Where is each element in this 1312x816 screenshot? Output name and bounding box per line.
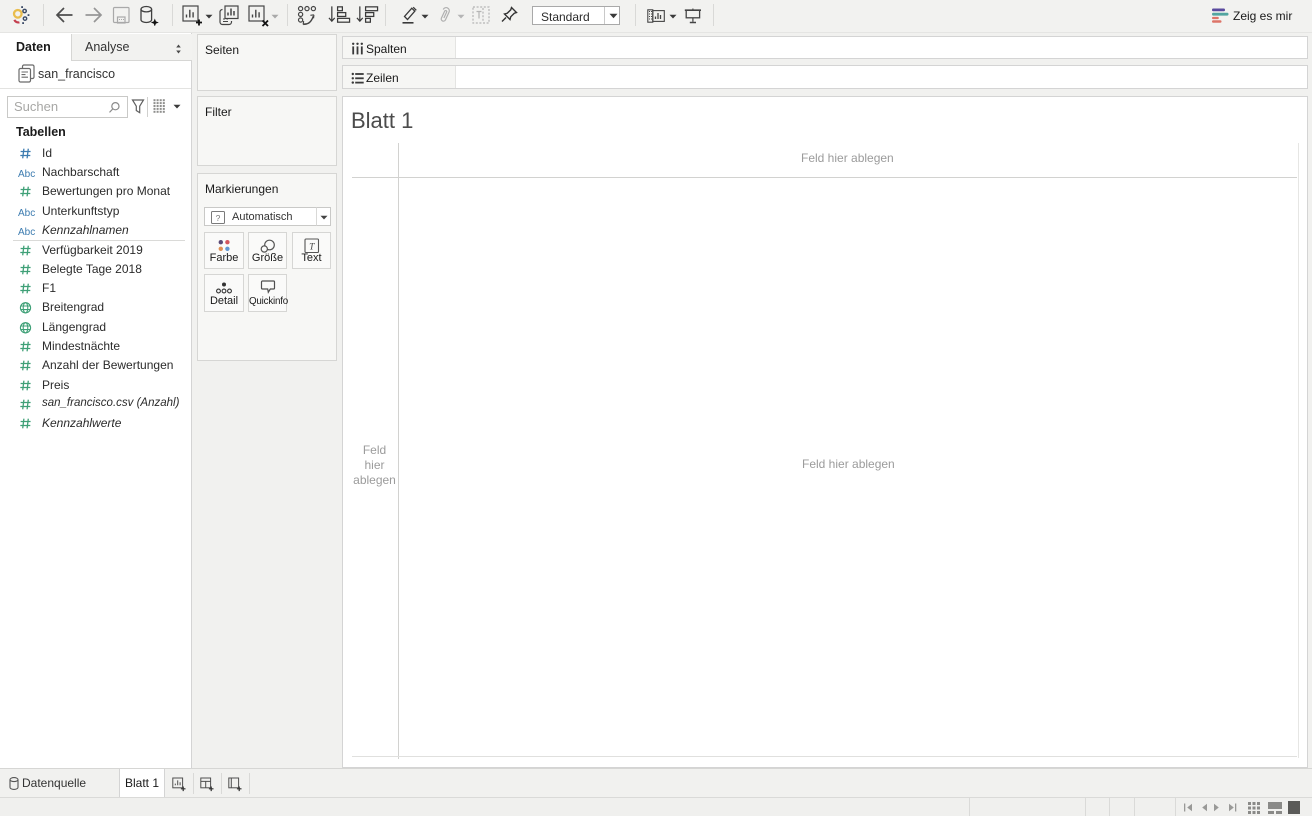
svg-text:T: T — [309, 243, 315, 253]
svg-text:?: ? — [216, 213, 221, 223]
